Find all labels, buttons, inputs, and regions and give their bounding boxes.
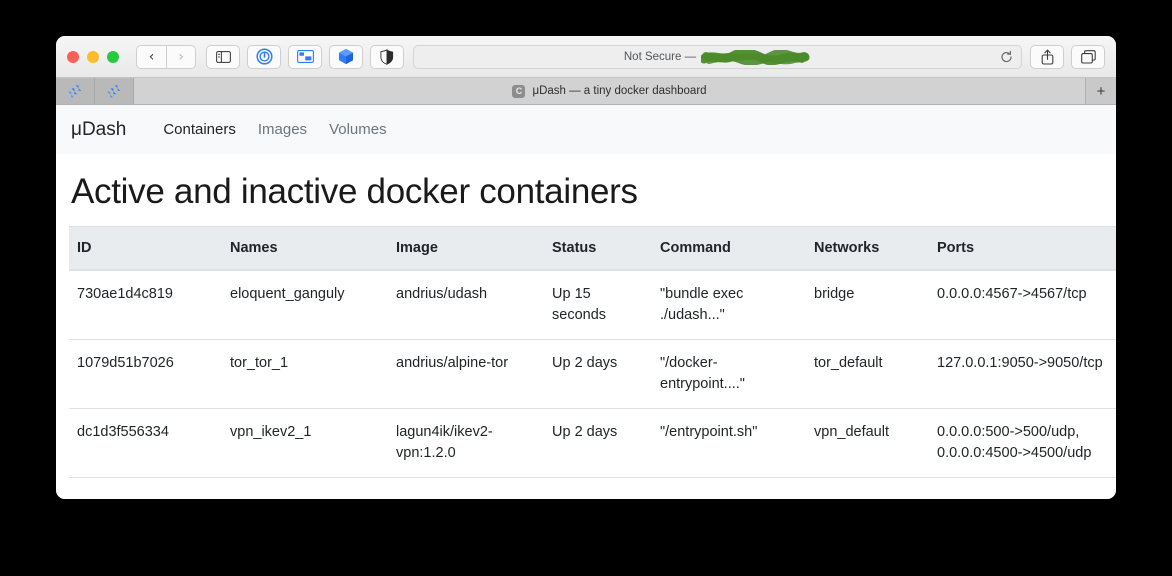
column-header-status: Status xyxy=(544,226,652,271)
app-navbar: μDash Containers Images Volumes xyxy=(56,105,1116,154)
nav-link-containers[interactable]: Containers xyxy=(163,121,236,138)
sidebar-icon xyxy=(215,50,231,63)
security-status-label: Not Secure — xyxy=(623,50,697,63)
cell-names: eloquent_ganguly xyxy=(222,270,388,341)
cell-status: Up 15 seconds xyxy=(544,270,652,341)
browser-toolbar: ‹ › Not Secure — xyxy=(56,36,1116,78)
tab-title: μDash — a tiny docker dashboard xyxy=(532,85,707,97)
cell-status: Up 2 days xyxy=(544,408,652,479)
cell-networks: bridge xyxy=(806,270,929,341)
desktop-background: ‹ › Not Secure — C μDash — a tiny docker… xyxy=(0,0,1172,576)
screenshot-icon xyxy=(296,50,314,63)
cell-names: tor_tor_1 xyxy=(222,339,388,410)
reload-icon xyxy=(1001,50,1012,62)
tab-favicon: C xyxy=(512,84,526,98)
chevron-left-icon: ‹ xyxy=(148,48,155,65)
column-header-networks: Networks xyxy=(806,226,929,271)
back-button[interactable]: ‹ xyxy=(136,44,166,69)
cell-id: 730ae1d4c819 xyxy=(69,270,222,341)
cell-image: andrius/alpine-tor xyxy=(388,339,544,410)
shield-icon xyxy=(380,48,394,65)
share-button[interactable] xyxy=(1030,44,1064,69)
zoom-window-button[interactable] xyxy=(107,50,119,63)
address-bar[interactable]: Not Secure — xyxy=(413,44,1022,69)
browser-window: ‹ › Not Secure — C μDash — a tiny docker… xyxy=(56,36,1116,499)
containers-table: ID Names Image Status Command Networks P… xyxy=(69,226,1116,479)
redacted-url xyxy=(699,48,811,66)
redaction-scribble-icon xyxy=(699,48,810,66)
page-content: μDash Containers Images Volumes Active a… xyxy=(56,105,1116,499)
sidebar-toggle-button[interactable] xyxy=(206,44,240,69)
extension-button[interactable] xyxy=(329,44,363,69)
cell-ports: 0.0.0.0:500->500/udp, 0.0.0.0:4500->4500… xyxy=(929,408,1116,479)
nav-link-volumes[interactable]: Volumes xyxy=(329,121,387,138)
table-row: dc1d3f556334 vpn_ikev2_1 lagun4ik/ikev2-… xyxy=(69,408,1116,479)
cell-networks: vpn_default xyxy=(806,408,929,479)
browser-tab-bar: C μDash — a tiny docker dashboard + xyxy=(56,78,1116,105)
minimize-window-button[interactable] xyxy=(87,50,99,63)
main-container: Active and inactive docker containers ID… xyxy=(56,154,1116,479)
window-traffic-lights xyxy=(67,50,119,63)
column-header-ports: Ports xyxy=(929,226,1116,271)
cell-image: andrius/udash xyxy=(388,270,544,341)
pinned-tab-icon xyxy=(68,84,82,97)
table-header-row: ID Names Image Status Command Networks P… xyxy=(69,226,1116,271)
reload-button[interactable] xyxy=(1000,50,1013,63)
cell-names: vpn_ikev2_1 xyxy=(222,408,388,479)
close-window-button[interactable] xyxy=(67,50,79,63)
table-header: ID Names Image Status Command Networks P… xyxy=(69,226,1116,271)
app-brand[interactable]: μDash xyxy=(71,119,126,141)
toolbar-right-group xyxy=(1030,44,1105,69)
pinned-tab-2[interactable] xyxy=(95,78,134,104)
new-tab-button[interactable]: + xyxy=(1086,78,1116,104)
cell-id: 1079d51b7026 xyxy=(69,339,222,410)
cell-ports: 0.0.0.0:4567->4567/tcp xyxy=(929,270,1116,341)
table-row: 730ae1d4c819 eloquent_ganguly andrius/ud… xyxy=(69,270,1116,341)
cell-command: "/docker-entrypoint...." xyxy=(652,339,806,410)
cell-networks: tor_default xyxy=(806,339,929,410)
column-header-image: Image xyxy=(388,226,544,271)
pinned-tab-icon xyxy=(107,84,121,97)
pinned-tab-1[interactable] xyxy=(56,78,95,104)
nav-link-images[interactable]: Images xyxy=(258,121,307,138)
cell-status: Up 2 days xyxy=(544,339,652,410)
tab-overview-button[interactable] xyxy=(1071,44,1105,69)
privacy-report-button[interactable] xyxy=(370,44,404,69)
column-header-names: Names xyxy=(222,226,388,271)
cell-ports: 127.0.0.1:9050->9050/tcp xyxy=(929,339,1116,410)
screenshot-button[interactable] xyxy=(288,44,322,69)
cell-id: dc1d3f556334 xyxy=(69,408,222,479)
cell-command: "/entrypoint.sh" xyxy=(652,408,806,479)
table-body: 730ae1d4c819 eloquent_ganguly andrius/ud… xyxy=(69,270,1116,479)
column-header-command: Command xyxy=(652,226,806,271)
cell-command: "bundle exec ./udash..." xyxy=(652,270,806,341)
share-icon xyxy=(1041,49,1053,65)
address-bar-content: Not Secure — xyxy=(623,48,811,66)
cube-extension-icon xyxy=(339,48,353,65)
chevron-right-icon: › xyxy=(178,48,184,65)
table-row: 1079d51b7026 tor_tor_1 andrius/alpine-to… xyxy=(69,339,1116,410)
password-manager-button[interactable] xyxy=(247,44,281,69)
column-header-id: ID xyxy=(69,226,222,271)
active-tab[interactable]: C μDash — a tiny docker dashboard xyxy=(134,78,1086,104)
page-title: Active and inactive docker containers xyxy=(71,172,638,211)
tab-overview-icon xyxy=(1080,49,1096,64)
cell-image: lagun4ik/ikev2-vpn:1.2.0 xyxy=(388,408,544,479)
1password-icon xyxy=(255,48,273,65)
forward-button[interactable]: › xyxy=(166,44,196,69)
